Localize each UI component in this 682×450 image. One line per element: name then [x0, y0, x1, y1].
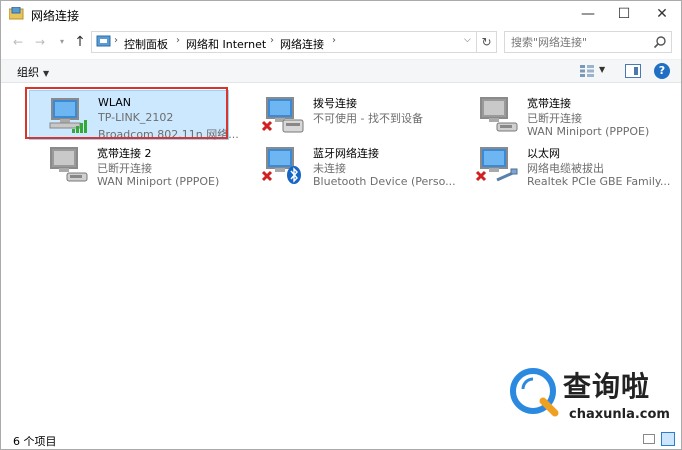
up-button[interactable]: ↑	[71, 33, 89, 51]
breadcrumb-separator[interactable]: ›	[114, 35, 118, 46]
connection-device: Realtek PCIe GBE Family...	[527, 175, 671, 188]
connection-status: 已断开连接	[527, 112, 582, 125]
preview-pane-icon[interactable]	[625, 64, 641, 78]
forward-button[interactable]: →	[31, 33, 49, 51]
breadcrumb-separator[interactable]: ›	[176, 35, 180, 46]
minimize-button[interactable]: —	[571, 1, 605, 27]
connection-name: 以太网	[527, 147, 560, 160]
close-button[interactable]: ✕	[645, 1, 679, 27]
status-bar: 6 个项目	[1, 429, 681, 449]
item-count: 6 个项目	[13, 435, 57, 448]
command-bar: 组织 ▼ ▼ ?	[1, 59, 681, 83]
change-view-icon[interactable]	[579, 64, 595, 78]
search-input[interactable]	[505, 32, 650, 52]
chevron-down-icon: ▼	[43, 69, 50, 78]
chaxunla-logo-icon	[510, 368, 559, 417]
search-box[interactable]	[504, 31, 672, 53]
connection-device: Bluetooth Device (Perso...	[313, 175, 456, 188]
connection-item-ethernet[interactable]: 以太网 网络电缆被拔出 Realtek PCIe GBE Family...	[459, 140, 670, 190]
address-bar[interactable]: › 控制面板 › 网络和 Internet › 网络连接 › ⌵	[91, 31, 477, 53]
connection-status: 已断开连接	[97, 162, 152, 175]
highlight-box	[25, 87, 228, 139]
control-panel-icon	[96, 35, 111, 47]
connection-status: 网络电缆被拔出	[527, 162, 604, 175]
recent-locations-button[interactable]: ▾	[53, 33, 71, 51]
connection-name: 蓝牙网络连接	[313, 147, 379, 160]
address-dropdown-button[interactable]: ⌵	[464, 35, 471, 45]
connection-name: 拨号连接	[313, 97, 357, 110]
watermark-title: 查询啦	[563, 370, 651, 403]
connection-device: WAN Miniport (PPPOE)	[97, 175, 220, 188]
title-bar: 网络连接 — ☐ ✕	[1, 1, 681, 27]
watermark-url: chaxunla.com	[569, 407, 670, 422]
bluetooth-network-icon	[261, 147, 301, 184]
navigation-row: ← → ▾ ↑ › 控制面板 › 网络和 Internet › 网络连接 › ⌵…	[1, 29, 681, 55]
network-folder-icon	[9, 7, 24, 20]
help-icon[interactable]: ?	[654, 63, 670, 79]
broadband-network-icon	[50, 147, 88, 182]
broadband-network-icon	[480, 97, 518, 132]
connection-item-broadband[interactable]: 宽带连接 已断开连接 WAN Miniport (PPPOE)	[459, 90, 659, 140]
large-icons-view-icon[interactable]	[661, 432, 675, 446]
back-button[interactable]: ←	[9, 33, 27, 51]
maximize-button[interactable]: ☐	[607, 1, 641, 27]
organize-label: 组织	[17, 66, 39, 79]
organize-menu[interactable]: 组织 ▼	[17, 64, 49, 80]
connection-item-dialup[interactable]: 拨号连接 不可使用 - 找不到设备	[245, 90, 445, 140]
connection-status: 未连接	[313, 162, 346, 175]
breadcrumb-network-connections[interactable]: 网络连接	[280, 36, 324, 52]
connection-item-broadband-2[interactable]: 宽带连接 2 已断开连接 WAN Miniport (PPPOE)	[29, 140, 229, 190]
connection-status: 不可使用 - 找不到设备	[313, 112, 423, 125]
breadcrumb-separator[interactable]: ›	[270, 35, 274, 46]
refresh-button[interactable]: ↻	[477, 31, 497, 53]
explorer-window: 网络连接 — ☐ ✕ ← → ▾ ↑ › 控制面板 › 网络和 Internet…	[0, 0, 682, 450]
details-view-icon[interactable]	[643, 434, 655, 444]
connection-device: WAN Miniport (PPPOE)	[527, 125, 650, 138]
dialup-modem-icon	[261, 97, 304, 133]
connection-name: 宽带连接 2	[97, 147, 152, 160]
connection-item-bluetooth[interactable]: 蓝牙网络连接 未连接 Bluetooth Device (Perso...	[245, 140, 456, 190]
breadcrumb-control-panel[interactable]: 控制面板	[124, 36, 168, 52]
view-options-button[interactable]: ▼	[599, 65, 605, 74]
connection-name: 宽带连接	[527, 97, 571, 110]
breadcrumb-separator[interactable]: ›	[332, 35, 336, 46]
ethernet-network-icon	[475, 147, 518, 182]
breadcrumb-network-internet[interactable]: 网络和 Internet	[186, 36, 266, 52]
window-title: 网络连接	[31, 9, 80, 23]
watermark: 查询啦 chaxunla.com	[505, 363, 681, 429]
search-icon[interactable]	[653, 35, 667, 49]
